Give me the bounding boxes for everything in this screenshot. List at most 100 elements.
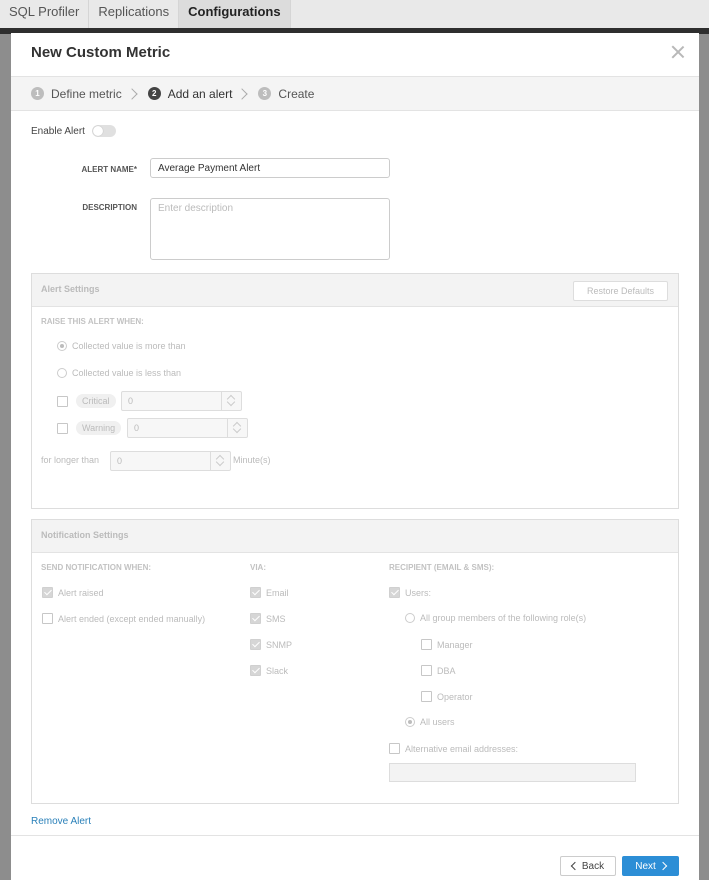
tab-replications[interactable]: Replications [89,0,180,28]
step-label: Add an alert [167,86,233,101]
alert-ended-option[interactable]: Alert ended (except ended manually) [42,613,205,624]
role-operator-checkbox[interactable] [421,691,432,702]
critical-row: Critical [57,394,116,408]
step-create[interactable]: 3 Create [258,87,314,101]
alert-settings-header: Alert Settings Restore Defaults [32,274,678,307]
modal-header: New Custom Metric [11,33,699,77]
enable-alert-row: Enable Alert [31,125,116,137]
app-tab-bar: SQL Profiler Replications Configurations [0,0,709,28]
alert-raised-checkbox[interactable] [42,587,53,598]
enable-alert-toggle[interactable] [91,125,116,137]
alert-settings-title: Alert Settings [41,284,100,294]
next-label: Next [635,860,656,872]
alert-ended-checkbox[interactable] [42,613,53,624]
close-icon[interactable] [671,45,685,59]
step-number: 2 [147,87,161,100]
via-sms-option[interactable]: SMS [250,613,286,624]
description-label: DESCRIPTION [82,203,137,212]
alt-emails-input[interactable] [389,763,636,782]
option-less-than[interactable]: Collected value is less than [57,368,181,378]
tab-sql-profiler[interactable]: SQL Profiler [0,0,90,28]
all-users-option[interactable]: All users [405,717,455,727]
critical-label: Critical [76,394,116,408]
new-custom-metric-modal: New Custom Metric 1 Define metric 2 Add … [11,33,699,880]
via-slack-option[interactable]: Slack [250,665,288,676]
step-number: 3 [258,87,272,100]
via-snmp-option[interactable]: SNMP [250,639,292,650]
warning-checkbox[interactable] [57,422,68,434]
via-snmp-label: SNMP [266,639,293,650]
group-members-label: All group members of the following role(… [420,613,587,623]
via-email-checkbox[interactable] [250,587,261,598]
recipient-label: RECIPIENT (EMAIL & SMS): [389,563,495,572]
group-members-radio[interactable] [405,613,415,623]
back-button[interactable]: Back [560,856,616,876]
step-add-alert[interactable]: 2 Add an alert [147,86,233,101]
notification-settings-header: Notification Settings [32,520,678,553]
footer-divider [11,835,699,836]
send-when-label: SEND NOTIFICATION WHEN: [41,563,152,572]
role-dba-option[interactable]: DBA [421,665,456,676]
role-operator-option[interactable]: Operator [421,691,473,702]
role-dba-checkbox[interactable] [421,665,432,676]
alert-name-label: ALERT NAME* [81,165,137,174]
less-than-label: Collected value is less than [72,368,182,378]
via-sms-checkbox[interactable] [250,613,261,624]
alt-emails-option[interactable]: Alternative email addresses: [389,743,518,754]
notification-settings-panel: Notification Settings SEND NOTIFICATION … [31,519,679,804]
chevron-right-icon [236,87,249,100]
raise-when-label: RAISE THIS ALERT WHEN: [41,317,144,326]
notification-settings-title: Notification Settings [41,530,129,540]
via-email-label: Email [266,587,289,598]
role-manager-option[interactable]: Manager [421,639,473,650]
step-number: 1 [31,87,44,100]
alert-raised-option[interactable]: Alert raised [42,587,104,598]
alert-ended-label: Alert ended (except ended manually) [58,613,206,624]
alert-name-input[interactable] [150,158,390,178]
users-option[interactable]: Users: [389,587,431,598]
toggle-knob [92,126,103,136]
chevron-right-icon [658,861,668,871]
step-define-metric[interactable]: 1 Define metric [31,87,122,101]
via-email-option[interactable]: Email [250,587,289,598]
less-than-radio[interactable] [57,368,67,378]
stepper-arrows-icon[interactable] [210,452,230,470]
tab-configurations[interactable]: Configurations [179,0,291,28]
warning-value-stepper[interactable]: 0 [127,418,248,438]
alt-emails-checkbox[interactable] [389,743,400,754]
warning-label: Warning [76,421,122,435]
stepper-arrows-icon[interactable] [221,392,241,410]
role-manager-checkbox[interactable] [421,639,432,650]
chevron-right-icon [126,87,138,100]
alert-raised-label: Alert raised [58,587,104,598]
alert-settings-panel: Alert Settings Restore Defaults RAISE TH… [31,273,679,509]
via-slack-checkbox[interactable] [250,665,261,676]
alt-emails-label: Alternative email addresses: [405,743,519,754]
users-checkbox[interactable] [389,587,400,598]
minutes-unit-label: Minute(s) [233,455,271,465]
critical-value-stepper[interactable]: 0 [121,391,242,411]
warning-row: Warning [57,421,122,435]
next-button[interactable]: Next [622,856,679,876]
stepper-arrows-icon[interactable] [227,419,247,437]
wizard-stepper: 1 Define metric 2 Add an alert 3 Create [11,77,699,111]
via-slack-label: Slack [266,665,289,676]
description-input[interactable] [150,198,390,260]
more-than-label: Collected value is more than [72,341,186,351]
more-than-radio[interactable] [57,341,67,351]
critical-checkbox[interactable] [57,395,68,407]
all-users-radio[interactable] [405,717,415,727]
group-members-option[interactable]: All group members of the following role(… [405,613,586,623]
via-sms-label: SMS [266,613,286,624]
longer-than-stepper[interactable]: 0 [110,451,231,471]
role-manager-label: Manager [437,639,473,650]
restore-defaults-button[interactable]: Restore Defaults [573,281,668,301]
via-snmp-checkbox[interactable] [250,639,261,650]
enable-alert-label: Enable Alert [31,125,85,137]
step-label: Create [278,86,315,101]
via-label: VIA: [250,563,266,572]
remove-alert-link[interactable]: Remove Alert [31,816,91,827]
warning-value: 0 [134,423,140,433]
role-operator-label: Operator [437,691,473,702]
option-more-than[interactable]: Collected value is more than [57,341,186,351]
